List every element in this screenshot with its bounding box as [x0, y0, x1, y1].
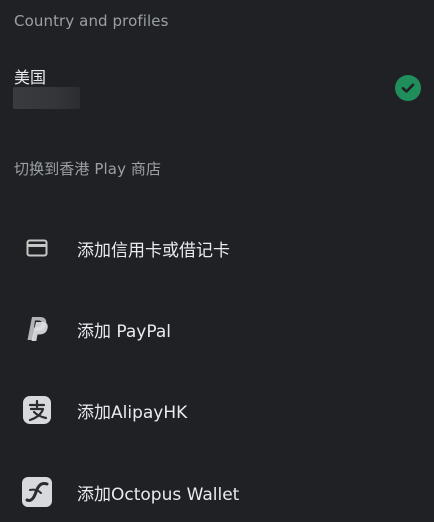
add-paypal-option[interactable]: 添加 PayPal: [0, 297, 434, 361]
redacted-profile-info: [13, 87, 80, 109]
add-alipayhk-label: 添加AlipayHK: [77, 402, 188, 423]
switch-store-header: 切换到香港 Play 商店: [14, 160, 162, 178]
country-name: 美国: [14, 68, 47, 87]
paypal-icon: [20, 312, 54, 346]
add-alipayhk-option[interactable]: 添加AlipayHK: [0, 378, 434, 442]
add-octopus-wallet-label: 添加Octopus Wallet: [77, 484, 240, 505]
country-profiles-header: Country and profiles: [14, 12, 169, 30]
add-octopus-wallet-option[interactable]: 添加Octopus Wallet: [0, 460, 434, 522]
alipayhk-icon: [20, 393, 54, 427]
credit-card-icon: [20, 231, 54, 265]
payment-settings-screen: Country and profiles 美国 切换到香港 Play 商店 添加…: [0, 0, 434, 522]
country-row-selected[interactable]: 美国: [0, 56, 434, 120]
check-circle-icon: [395, 75, 421, 101]
octopus-wallet-icon: [20, 475, 54, 509]
add-paypal-label: 添加 PayPal: [77, 321, 171, 342]
add-card-option[interactable]: 添加信用卡或借记卡: [0, 216, 434, 280]
add-card-label: 添加信用卡或借记卡: [77, 240, 230, 261]
